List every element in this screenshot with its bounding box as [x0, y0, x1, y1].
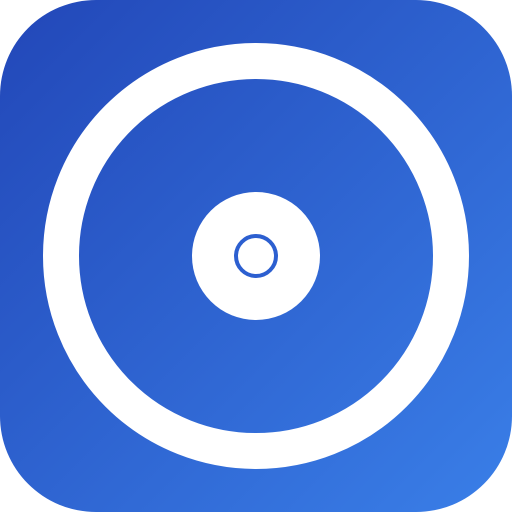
- app-icon[interactable]: [0, 0, 512, 512]
- disc-icon: [0, 0, 512, 512]
- disc-spindle-hole: [234, 234, 278, 278]
